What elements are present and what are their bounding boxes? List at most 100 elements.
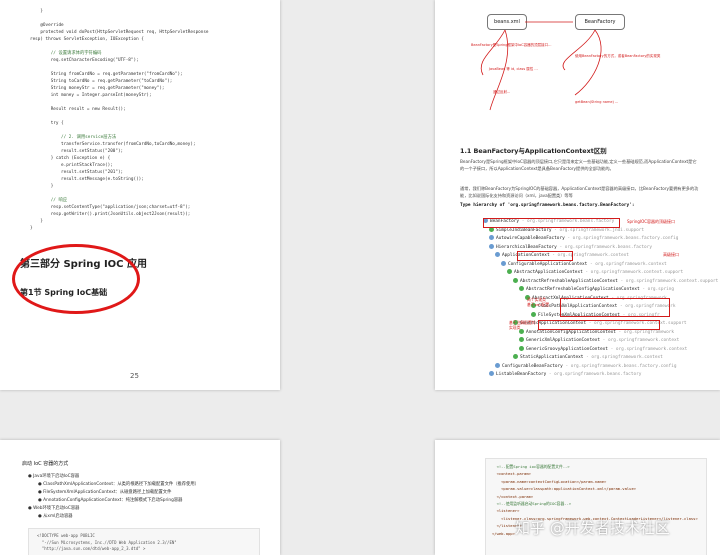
highlight-xml-impls (560, 298, 670, 317)
code-line: // 2. 调用service层方法 (30, 135, 117, 140)
tree-row-name: ListableBeanFactory (496, 372, 547, 377)
annotation-circle (12, 244, 140, 314)
highlight-application-context (517, 251, 573, 261)
tree-row-package: - org.springframework.beans.factory (556, 244, 652, 250)
interface-icon (489, 243, 494, 249)
tree-row-package: - org.springframework.beans.factory.conf… (562, 363, 677, 369)
tree-row-name: ConfigurableApplicationContext (508, 261, 588, 267)
annotation-2: JavaBean 等 id, class 属性 ... (489, 67, 538, 71)
tree-row-package: - org.springframework.context (607, 346, 688, 352)
code-line: e.printStackTrace(); (30, 163, 113, 168)
class-icon (519, 345, 524, 351)
list-item: ● Java环境下启动IoC容器 (28, 474, 80, 479)
code-line: Result result = new Result(); (30, 107, 126, 112)
code-line: result.setStatus("200"); (30, 149, 124, 154)
tree-row-package: - org.springframework (615, 329, 675, 335)
tree-row-name: AnnotationConfigApplicationContext (526, 329, 616, 335)
interface-icon (495, 362, 500, 368)
interface-icon (489, 235, 494, 240)
annotation-3: 使用BeanFactory的方式，或者BeanFactory的实现类 (575, 54, 661, 58)
tree-row-name: AbstractRefreshableApplicationContext (520, 278, 618, 284)
code-line: } (30, 219, 43, 224)
tree-row: AbstractRefreshableConfigApplicationCont… (519, 286, 674, 295)
paragraph-1: BeanFactory是Spring框架中IoC容器的顶层接口,它只是用来定义一… (460, 159, 697, 171)
code-line: req.setCharacterEncoding("UTF-8"); (30, 58, 139, 63)
tree-row-package: - org.springframework.context.support (582, 270, 684, 275)
code-line: int money = Integer.parseInt(moneyStr); (30, 93, 152, 98)
tree-row: ListableBeanFactory - org.springframewor… (489, 371, 641, 380)
class-icon (507, 269, 512, 274)
tree-row: GenericGroovyApplicationContext - org.sp… (519, 345, 688, 355)
code-line: result.setStatus("201"); (30, 170, 124, 175)
start-list: ● Java环境下启动IoC容器 ● ClassPathXmlApplicati… (28, 473, 199, 521)
code-line: } (30, 9, 43, 14)
interface-icon (495, 252, 500, 257)
page-27: 启动 IoC 容器的方式 ● Java环境下启动IoC容器 ● ClassPat… (0, 440, 280, 555)
code-line: </context-param> (492, 493, 534, 499)
interface-icon (501, 260, 506, 266)
tree-row-package: - org.springframework.beans.factory (546, 372, 642, 377)
highlight-annotation-impl (538, 320, 660, 330)
class-icon (513, 354, 518, 359)
tree-row: GenericXmlApplicationContext - org.sprin… (519, 337, 679, 346)
class-icon (531, 311, 536, 317)
code-line: } (30, 226, 33, 231)
tree-row: AutowireCapableBeanFactory - org.springf… (489, 235, 678, 244)
tree-row: ConfigurableBeanFactory - org.springfram… (495, 362, 677, 372)
page-25: } @Override protected void doPost(HttpSe… (0, 0, 280, 390)
tree-row-package: - org.springframework.context (587, 261, 667, 267)
code-line: String moneyStr = req.getParameter("mone… (30, 86, 165, 91)
code-line: // 响应 (30, 198, 68, 203)
class-icon (519, 337, 524, 342)
label-annotation-impl: 基于注解配置的 实现类 (509, 320, 536, 330)
code-line: // 设置请求体的字符编码 (30, 51, 102, 56)
tree-row: StaticApplicationContext - org.springfra… (513, 354, 663, 363)
code-line: String fromCardNo = req.getParameter("fr… (30, 72, 183, 77)
list-item: ● AnnotationConfigApplicationContext：纯注解… (38, 498, 183, 503)
code-line: resp) throws ServletException, IOExcepti… (30, 37, 144, 42)
ioc-start-heading: 启动 IoC 容器的方式 (22, 461, 69, 467)
page-number: 25 (130, 372, 139, 380)
tree-row-name: HierarchicalBeanFactory (496, 244, 557, 250)
code-line: <param-value>classpath:applicationContex… (492, 486, 637, 492)
list-item: ● FileSystemXmlApplicationContext：从磁盘路径上… (38, 490, 172, 495)
diagram-arrows (480, 21, 602, 111)
code-line: <param-name>contextConfigLocation</param… (492, 478, 607, 484)
code-line: try { (30, 121, 64, 126)
code-line: <context-param> (492, 471, 531, 477)
tree-row: ConfigurableApplicationContext - org.spr… (501, 260, 667, 270)
section-title: 1.1 BeanFactory与ApplicationContext区别 (460, 147, 607, 155)
code-line: <!--配置Spring ioc容器的配置文件--> (492, 464, 570, 469)
xml-code-block: <!DOCTYPE web-app PUBLIC "-//Sun Microsy… (28, 528, 260, 555)
code-line: resp.getWriter().print(JsonUtils.object2… (30, 212, 191, 217)
tree-row-name: AbstractRefreshableConfigApplicationCont… (526, 287, 640, 292)
list-item: ● 从xml启动容器 (38, 514, 73, 519)
tree-row-package: - org.springframework.beans.factory.conf… (564, 236, 679, 241)
annotation-5: getBean(String name) ... (575, 100, 619, 104)
code-line: String toCardNo = req.getParameter("toCa… (30, 79, 173, 84)
tree-row-package: - org.springframework.jndi.support (551, 227, 645, 233)
list-item: ● ClassPathXmlApplicationContext：从类的根路径下… (38, 482, 199, 487)
code-line: @Override (30, 23, 64, 28)
paragraph-2: 通常，我们称BeanFactory为SpringIOC的基础容器，Applica… (460, 186, 699, 198)
watermark: 知乎 @开发者技术社区 (515, 519, 670, 537)
code-line: result.setMessage(e.toString()); (30, 177, 144, 182)
list-item: ● Web环境下启动IoC容器 (28, 506, 80, 511)
label-two-impl: 两个实现类 基于xml配置 (527, 297, 550, 307)
tree-row-name: SimpleJndiBeanFactory (496, 227, 552, 233)
tree-row-name: AutowireCapableBeanFactory (496, 236, 565, 241)
tree-row-name: GenericGroovyApplicationContext (526, 346, 608, 352)
tree-row-name: AbstractApplicationContext (514, 270, 583, 275)
tree-row-package: - org.springframework.context.support (617, 278, 719, 284)
xml-code: <!DOCTYPE web-app PUBLIC "-//Sun Microsy… (37, 533, 177, 553)
tree-row-name: GenericXmlApplicationContext (526, 338, 601, 343)
java-code-block: } @Override protected void doPost(HttpSe… (30, 8, 209, 232)
code-line: <listener> (492, 508, 520, 514)
code-line: } (30, 184, 54, 189)
